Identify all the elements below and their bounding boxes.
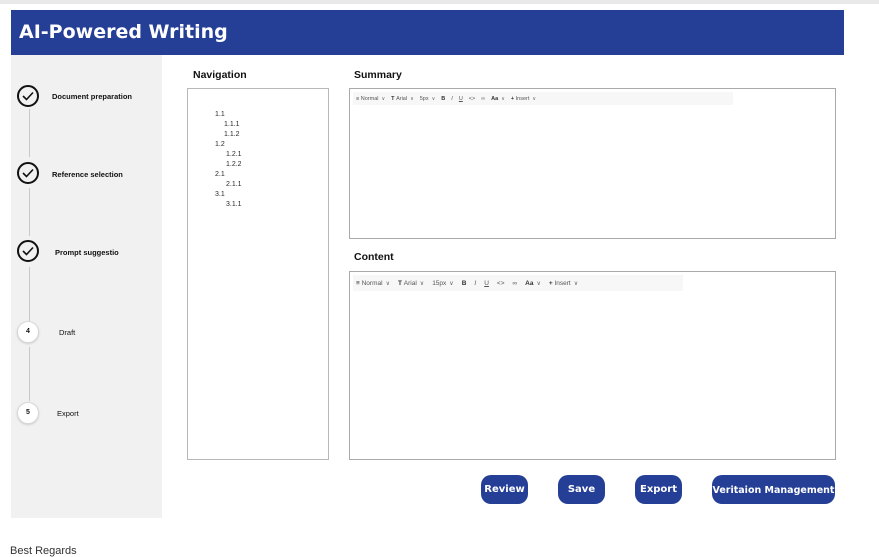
bold-button[interactable]: B: [462, 280, 467, 287]
tree-item[interactable]: 3.1: [215, 191, 225, 198]
font-family-dropdown[interactable]: T Arial ∨: [391, 96, 414, 102]
font-family-dropdown[interactable]: T Arial ∨: [398, 280, 424, 287]
step-label: Prompt suggestio: [55, 248, 119, 257]
step-label: Document preparation: [52, 92, 133, 101]
navigation-title: Navigation: [193, 69, 247, 81]
step-connector: [29, 267, 30, 321]
italic-button[interactable]: I: [474, 280, 476, 287]
paragraph-icon: ≡: [356, 95, 360, 102]
paragraph-style-dropdown[interactable]: ≡ Normal ∨: [356, 280, 390, 287]
step-connector: [29, 109, 30, 157]
link-icon[interactable]: ∞: [513, 280, 518, 287]
check-circle-icon: [17, 162, 39, 184]
step-number-badge: 4: [17, 321, 39, 343]
chevron-down-icon: ∨: [419, 280, 425, 287]
tree-item[interactable]: 1.2.2: [226, 161, 242, 168]
chevron-down-icon: ∨: [431, 95, 436, 102]
save-button[interactable]: Save: [558, 475, 605, 504]
step-connector: [29, 347, 30, 401]
text-case-dropdown[interactable]: Aa ∨: [525, 280, 541, 287]
summary-editor: ≡ Normal ∨ T Arial ∨ 5px ∨ B I U <> ∞ Aa ∨ +…: [349, 88, 836, 239]
tree-item[interactable]: 2.1.1: [226, 181, 242, 188]
version-management-button[interactable]: Veritaion Management: [712, 475, 835, 504]
tree-item[interactable]: 2.1: [215, 171, 225, 178]
insert-dropdown[interactable]: + Insert ∨: [549, 280, 578, 287]
summary-text-area[interactable]: [350, 107, 835, 238]
chevron-down-icon: ∨: [449, 280, 454, 287]
plus-icon: +: [510, 95, 515, 102]
tree-item[interactable]: 1.1.1: [224, 121, 240, 128]
summary-title: Summary: [354, 69, 402, 81]
tree-item[interactable]: 1.2.1: [226, 151, 242, 158]
code-button[interactable]: <>: [497, 280, 505, 287]
insert-dropdown[interactable]: + Insert ∨: [511, 96, 536, 102]
step-document-preparation[interactable]: Document preparation: [17, 85, 162, 111]
navigation-tree: 1.1 1.1.1 1.1.2 1.2 1.2.1 1.2.2 2.1 2.1.…: [187, 88, 329, 460]
content-toolbar: ≡ Normal ∨ T Arial ∨ 15px ∨ B I U <> ∞ Aa ∨ …: [353, 275, 683, 291]
font-size-dropdown[interactable]: 5px ∨: [420, 96, 436, 102]
chevron-down-icon: ∨: [536, 280, 541, 287]
code-button[interactable]: <>: [469, 96, 475, 102]
chevron-down-icon: ∨: [410, 95, 414, 102]
tree-item[interactable]: 1.1.2: [224, 131, 240, 138]
check-circle-icon: [17, 240, 39, 262]
content-title: Content: [354, 251, 394, 263]
window-top-edge: [0, 0, 879, 4]
step-prompt-suggestion[interactable]: Prompt suggestio: [17, 240, 162, 266]
chevron-down-icon: ∨: [573, 280, 579, 287]
step-reference-selection[interactable]: Reference selection: [17, 162, 162, 188]
chevron-down-icon: ∨: [381, 95, 386, 102]
step-connector: [29, 188, 30, 236]
export-button[interactable]: Export: [635, 475, 682, 504]
font-size-dropdown[interactable]: 15px ∨: [432, 280, 454, 287]
step-label: Reference selection: [52, 170, 123, 179]
content-editor: ≡ Normal ∨ T Arial ∨ 15px ∨ B I U <> ∞ Aa ∨ …: [349, 271, 836, 460]
content-text-area[interactable]: [350, 293, 835, 459]
underline-button[interactable]: U: [484, 280, 489, 287]
italic-button[interactable]: I: [451, 96, 453, 102]
step-number-badge: 5: [17, 402, 39, 424]
plus-icon: +: [548, 279, 553, 287]
bold-button[interactable]: B: [441, 96, 445, 102]
chevron-down-icon: ∨: [385, 280, 390, 287]
step-draft[interactable]: 4 Draft: [17, 321, 162, 347]
app-header: AI-Powered Writing: [11, 10, 844, 55]
chevron-down-icon: ∨: [532, 95, 537, 102]
progress-stepper: Document preparation Reference selection…: [11, 55, 162, 518]
step-export[interactable]: 5 Export: [17, 402, 162, 428]
text-icon: T: [391, 95, 395, 102]
chevron-down-icon: ∨: [501, 95, 505, 102]
underline-button[interactable]: U: [459, 96, 463, 102]
footer-text: Best Regards: [10, 545, 77, 557]
review-button[interactable]: Review: [481, 475, 528, 504]
text-case-dropdown[interactable]: Aa ∨: [491, 96, 505, 102]
check-circle-icon: [17, 85, 39, 107]
app-title: AI-Powered Writing: [19, 21, 228, 43]
link-icon[interactable]: ∞: [481, 96, 485, 102]
paragraph-style-dropdown[interactable]: ≡ Normal ∨: [356, 96, 385, 102]
tree-item[interactable]: 1.1: [215, 111, 225, 118]
step-label: Export: [57, 409, 79, 418]
tree-item[interactable]: 1.2: [215, 141, 225, 148]
tree-item[interactable]: 3.1.1: [226, 201, 242, 208]
step-label: Draft: [59, 328, 76, 337]
paragraph-icon: ≡: [356, 279, 360, 287]
text-icon: T: [397, 279, 402, 287]
summary-toolbar: ≡ Normal ∨ T Arial ∨ 5px ∨ B I U <> ∞ Aa ∨ +…: [353, 92, 733, 105]
